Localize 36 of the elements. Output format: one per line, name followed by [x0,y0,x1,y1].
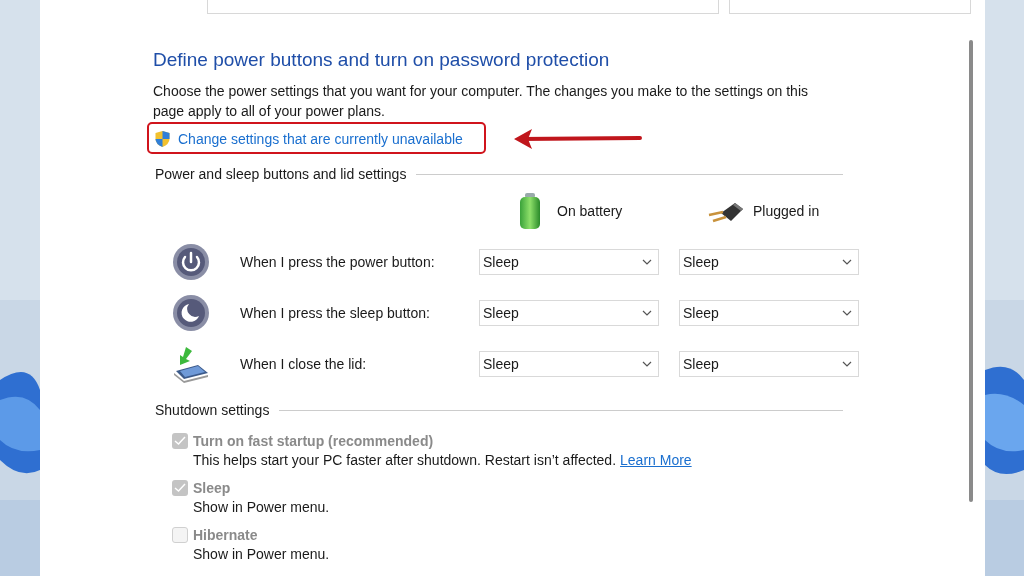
option-description: Show in Power menu. [193,499,330,517]
chevron-icon [642,361,652,367]
dropdown[interactable]: Sleep [679,300,859,326]
chevron-icon [642,259,652,265]
option-description: This helps start your PC faster after shutdown. Restart isn’t affected. [193,452,617,470]
scrollbar[interactable] [969,40,973,502]
battery-icon [519,193,541,229]
search-field[interactable] [729,0,971,14]
address-bar[interactable] [207,0,719,14]
setting-label: When I close the lid: [240,356,368,372]
option-label: Hibernate [193,527,258,543]
shield-icon [154,130,171,148]
chevron-icon [842,259,852,265]
column-label: Plugged in [753,203,820,219]
dropdown[interactable]: Sleep [679,351,859,377]
dropdown[interactable]: Sleep [479,351,659,377]
laptop-icon [172,345,210,383]
section-title: Power and sleep buttons and lid settings [155,166,407,182]
section-title: Shutdown settings [155,402,270,418]
moon-icon [172,294,210,332]
chevron-icon [642,310,652,316]
dropdown[interactable]: Sleep [479,300,659,326]
dropdown[interactable]: Sleep [479,249,659,275]
option-description: Show in Power menu. [193,546,330,564]
chevron-icon [842,310,852,316]
dropdown[interactable]: Sleep [679,249,859,275]
column-label: On battery [557,203,623,219]
setting-label: When I press the sleep button: [240,305,431,321]
power-icon [172,243,210,281]
description-text: Choose the power settings that you want for your computer. The changes you make to the settings on this page apply to all of your power plans. [153,82,809,121]
page-heading: Define power buttons and turn on password protection [153,49,611,71]
option-label: Sleep [193,480,231,496]
option-label: Turn on fast startup (recommended) [193,433,434,449]
change-settings-link[interactable]: Change settings that are currently unavailable [178,131,463,147]
chevron-icon [842,361,852,367]
setting-label: When I press the power button: [240,254,436,270]
